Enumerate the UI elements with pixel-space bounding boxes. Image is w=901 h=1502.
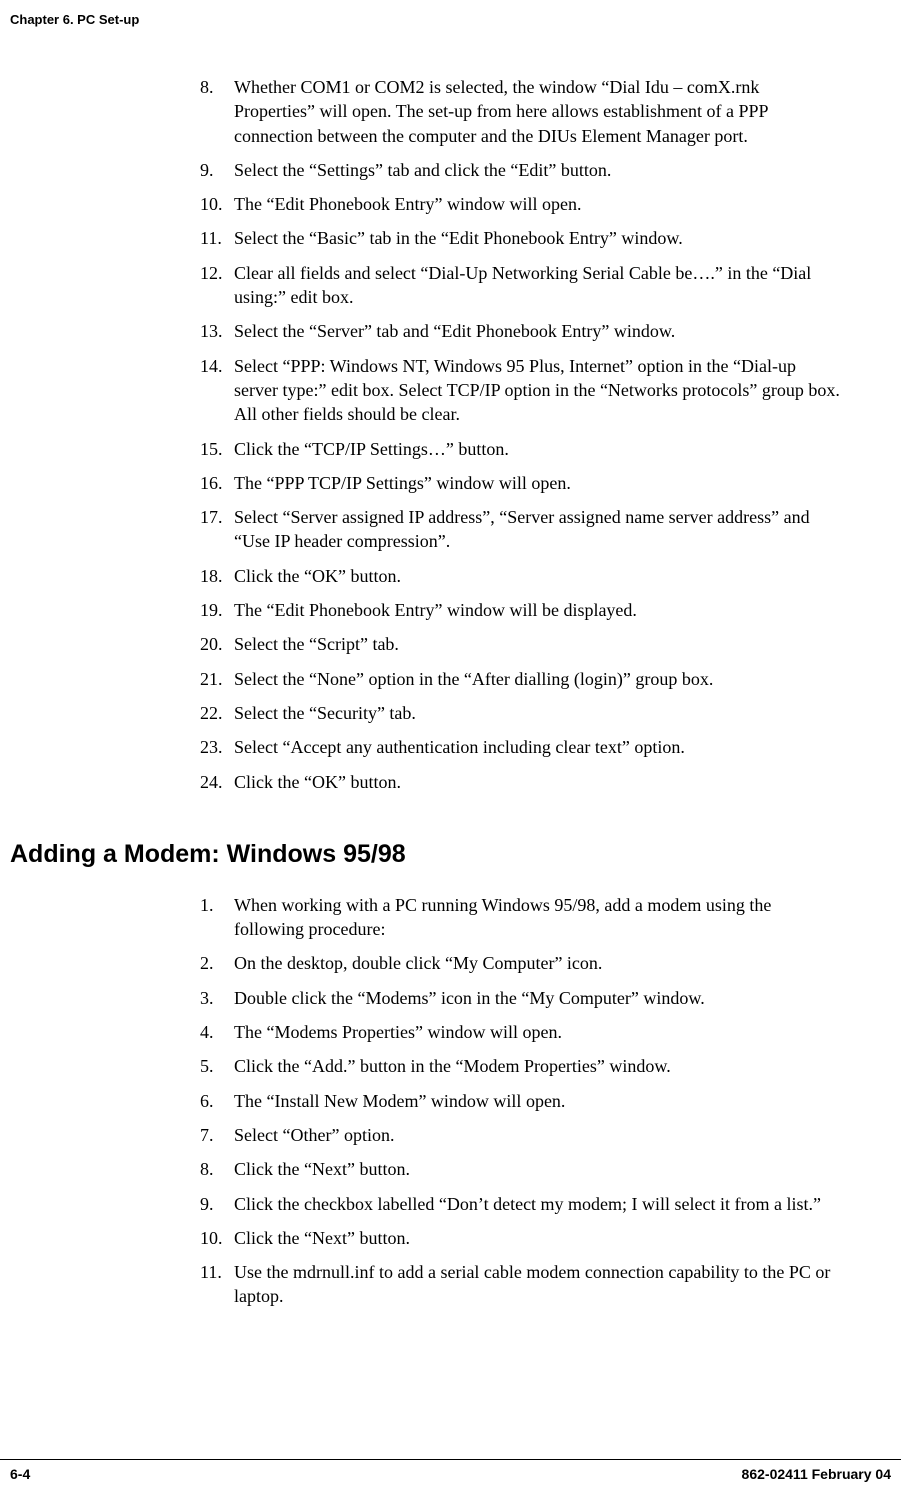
list-text: Select the “Settings” tab and click the …: [234, 158, 841, 182]
list-number: 10.: [200, 192, 234, 216]
list-item: 21.Select the “None” option in the “Afte…: [200, 667, 841, 691]
list-number: 12.: [200, 261, 234, 310]
list-text: Select “Other” option.: [234, 1123, 841, 1147]
list-number: 14.: [200, 354, 234, 427]
ordered-list-1: 8.Whether COM1 or COM2 is selected, the …: [200, 75, 841, 794]
list-text: Select the “Security” tab.: [234, 701, 841, 725]
list-number: 18.: [200, 564, 234, 588]
list-item: 12.Clear all fields and select “Dial-Up …: [200, 261, 841, 310]
list-number: 15.: [200, 437, 234, 461]
list-item: 10.Click the “Next” button.: [200, 1226, 841, 1250]
list-item: 18.Click the “OK” button.: [200, 564, 841, 588]
list-item: 23.Select “Accept any authentication inc…: [200, 735, 841, 759]
list-number: 24.: [200, 770, 234, 794]
list-item: 19.The “Edit Phonebook Entry” window wil…: [200, 598, 841, 622]
list-number: 9.: [200, 158, 234, 182]
list-number: 13.: [200, 319, 234, 343]
list-item: 8.Click the “Next” button.: [200, 1157, 841, 1181]
list-text: Click the “Next” button.: [234, 1226, 841, 1250]
list-number: 6.: [200, 1089, 234, 1113]
list-number: 1.: [200, 893, 234, 942]
list-number: 7.: [200, 1123, 234, 1147]
list-text: Clear all fields and select “Dial-Up Net…: [234, 261, 841, 310]
list-item: 17.Select “Server assigned IP address”, …: [200, 505, 841, 554]
list-text: Use the mdrnull.inf to add a serial cabl…: [234, 1260, 841, 1309]
list-item: 13.Select the “Server” tab and “Edit Pho…: [200, 319, 841, 343]
list-item: 24.Click the “OK” button.: [200, 770, 841, 794]
list-number: 4.: [200, 1020, 234, 1044]
list-item: 3.Double click the “Modems” icon in the …: [200, 986, 841, 1010]
list-text: The “PPP TCP/IP Settings” window will op…: [234, 471, 841, 495]
list-item: 11.Use the mdrnull.inf to add a serial c…: [200, 1260, 841, 1309]
list-text: Select “Accept any authentication includ…: [234, 735, 841, 759]
list-text: The “Modems Properties” window will open…: [234, 1020, 841, 1044]
list-text: Click the “Next” button.: [234, 1157, 841, 1181]
list-number: 21.: [200, 667, 234, 691]
list-number: 11.: [200, 226, 234, 250]
list-text: Select “PPP: Windows NT, Windows 95 Plus…: [234, 354, 841, 427]
list-item: 22.Select the “Security” tab.: [200, 701, 841, 725]
list-text: Whether COM1 or COM2 is selected, the wi…: [234, 75, 841, 148]
list-number: 9.: [200, 1192, 234, 1216]
list-text: The “Edit Phonebook Entry” window will b…: [234, 598, 841, 622]
list-number: 11.: [200, 1260, 234, 1309]
list-text: Click the “TCP/IP Settings…” button.: [234, 437, 841, 461]
list-text: Select the “Server” tab and “Edit Phoneb…: [234, 319, 841, 343]
page-header: Chapter 6. PC Set-up: [0, 12, 901, 35]
list-item: 1.When working with a PC running Windows…: [200, 893, 841, 942]
list-text: Select the “None” option in the “After d…: [234, 667, 841, 691]
list-number: 19.: [200, 598, 234, 622]
list-text: The “Install New Modem” window will open…: [234, 1089, 841, 1113]
list-item: 10.The “Edit Phonebook Entry” window wil…: [200, 192, 841, 216]
list-item: 4.The “Modems Properties” window will op…: [200, 1020, 841, 1044]
list-text: Select the “Script” tab.: [234, 632, 841, 656]
list-number: 3.: [200, 986, 234, 1010]
list-item: 11.Select the “Basic” tab in the “Edit P…: [200, 226, 841, 250]
list-number: 20.: [200, 632, 234, 656]
page-content: 8.Whether COM1 or COM2 is selected, the …: [0, 35, 901, 1309]
list-item: 6.The “Install New Modem” window will op…: [200, 1089, 841, 1113]
list-text: Double click the “Modems” icon in the “M…: [234, 986, 841, 1010]
list-item: 14.Select “PPP: Windows NT, Windows 95 P…: [200, 354, 841, 427]
list-item: 15.Click the “TCP/IP Settings…” button.: [200, 437, 841, 461]
ordered-list-2: 1.When working with a PC running Windows…: [200, 893, 841, 1309]
list-text: Select the “Basic” tab in the “Edit Phon…: [234, 226, 841, 250]
list-text: Click the “OK” button.: [234, 564, 841, 588]
list-item: 9.Click the checkbox labelled “Don’t det…: [200, 1192, 841, 1216]
chapter-title: Chapter 6. PC Set-up: [10, 12, 139, 27]
list-item: 20.Select the “Script” tab.: [200, 632, 841, 656]
list-item: 8.Whether COM1 or COM2 is selected, the …: [200, 75, 841, 148]
list-item: 16.The “PPP TCP/IP Settings” window will…: [200, 471, 841, 495]
list-number: 8.: [200, 75, 234, 148]
list-text: The “Edit Phonebook Entry” window will o…: [234, 192, 841, 216]
list-number: 17.: [200, 505, 234, 554]
list-number: 23.: [200, 735, 234, 759]
list-number: 5.: [200, 1054, 234, 1078]
list-text: Click the “OK” button.: [234, 770, 841, 794]
section-heading: Adding a Modem: Windows 95/98: [10, 840, 841, 869]
list-item: 9.Select the “Settings” tab and click th…: [200, 158, 841, 182]
list-item: 2.On the desktop, double click “My Compu…: [200, 951, 841, 975]
list-number: 8.: [200, 1157, 234, 1181]
list-item: 7.Select “Other” option.: [200, 1123, 841, 1147]
list-number: 2.: [200, 951, 234, 975]
list-number: 22.: [200, 701, 234, 725]
list-number: 10.: [200, 1226, 234, 1250]
list-item: 5.Click the “Add.” button in the “Modem …: [200, 1054, 841, 1078]
page-footer: 6-4 862-02411 February 04: [0, 1459, 901, 1482]
list-text: When working with a PC running Windows 9…: [234, 893, 841, 942]
list-text: Select “Server assigned IP address”, “Se…: [234, 505, 841, 554]
list-text: Click the checkbox labelled “Don’t detec…: [234, 1192, 841, 1216]
page-number: 6-4: [10, 1466, 30, 1482]
doc-reference: 862-02411 February 04: [742, 1466, 891, 1482]
list-text: Click the “Add.” button in the “Modem Pr…: [234, 1054, 841, 1078]
list-text: On the desktop, double click “My Compute…: [234, 951, 841, 975]
list-number: 16.: [200, 471, 234, 495]
